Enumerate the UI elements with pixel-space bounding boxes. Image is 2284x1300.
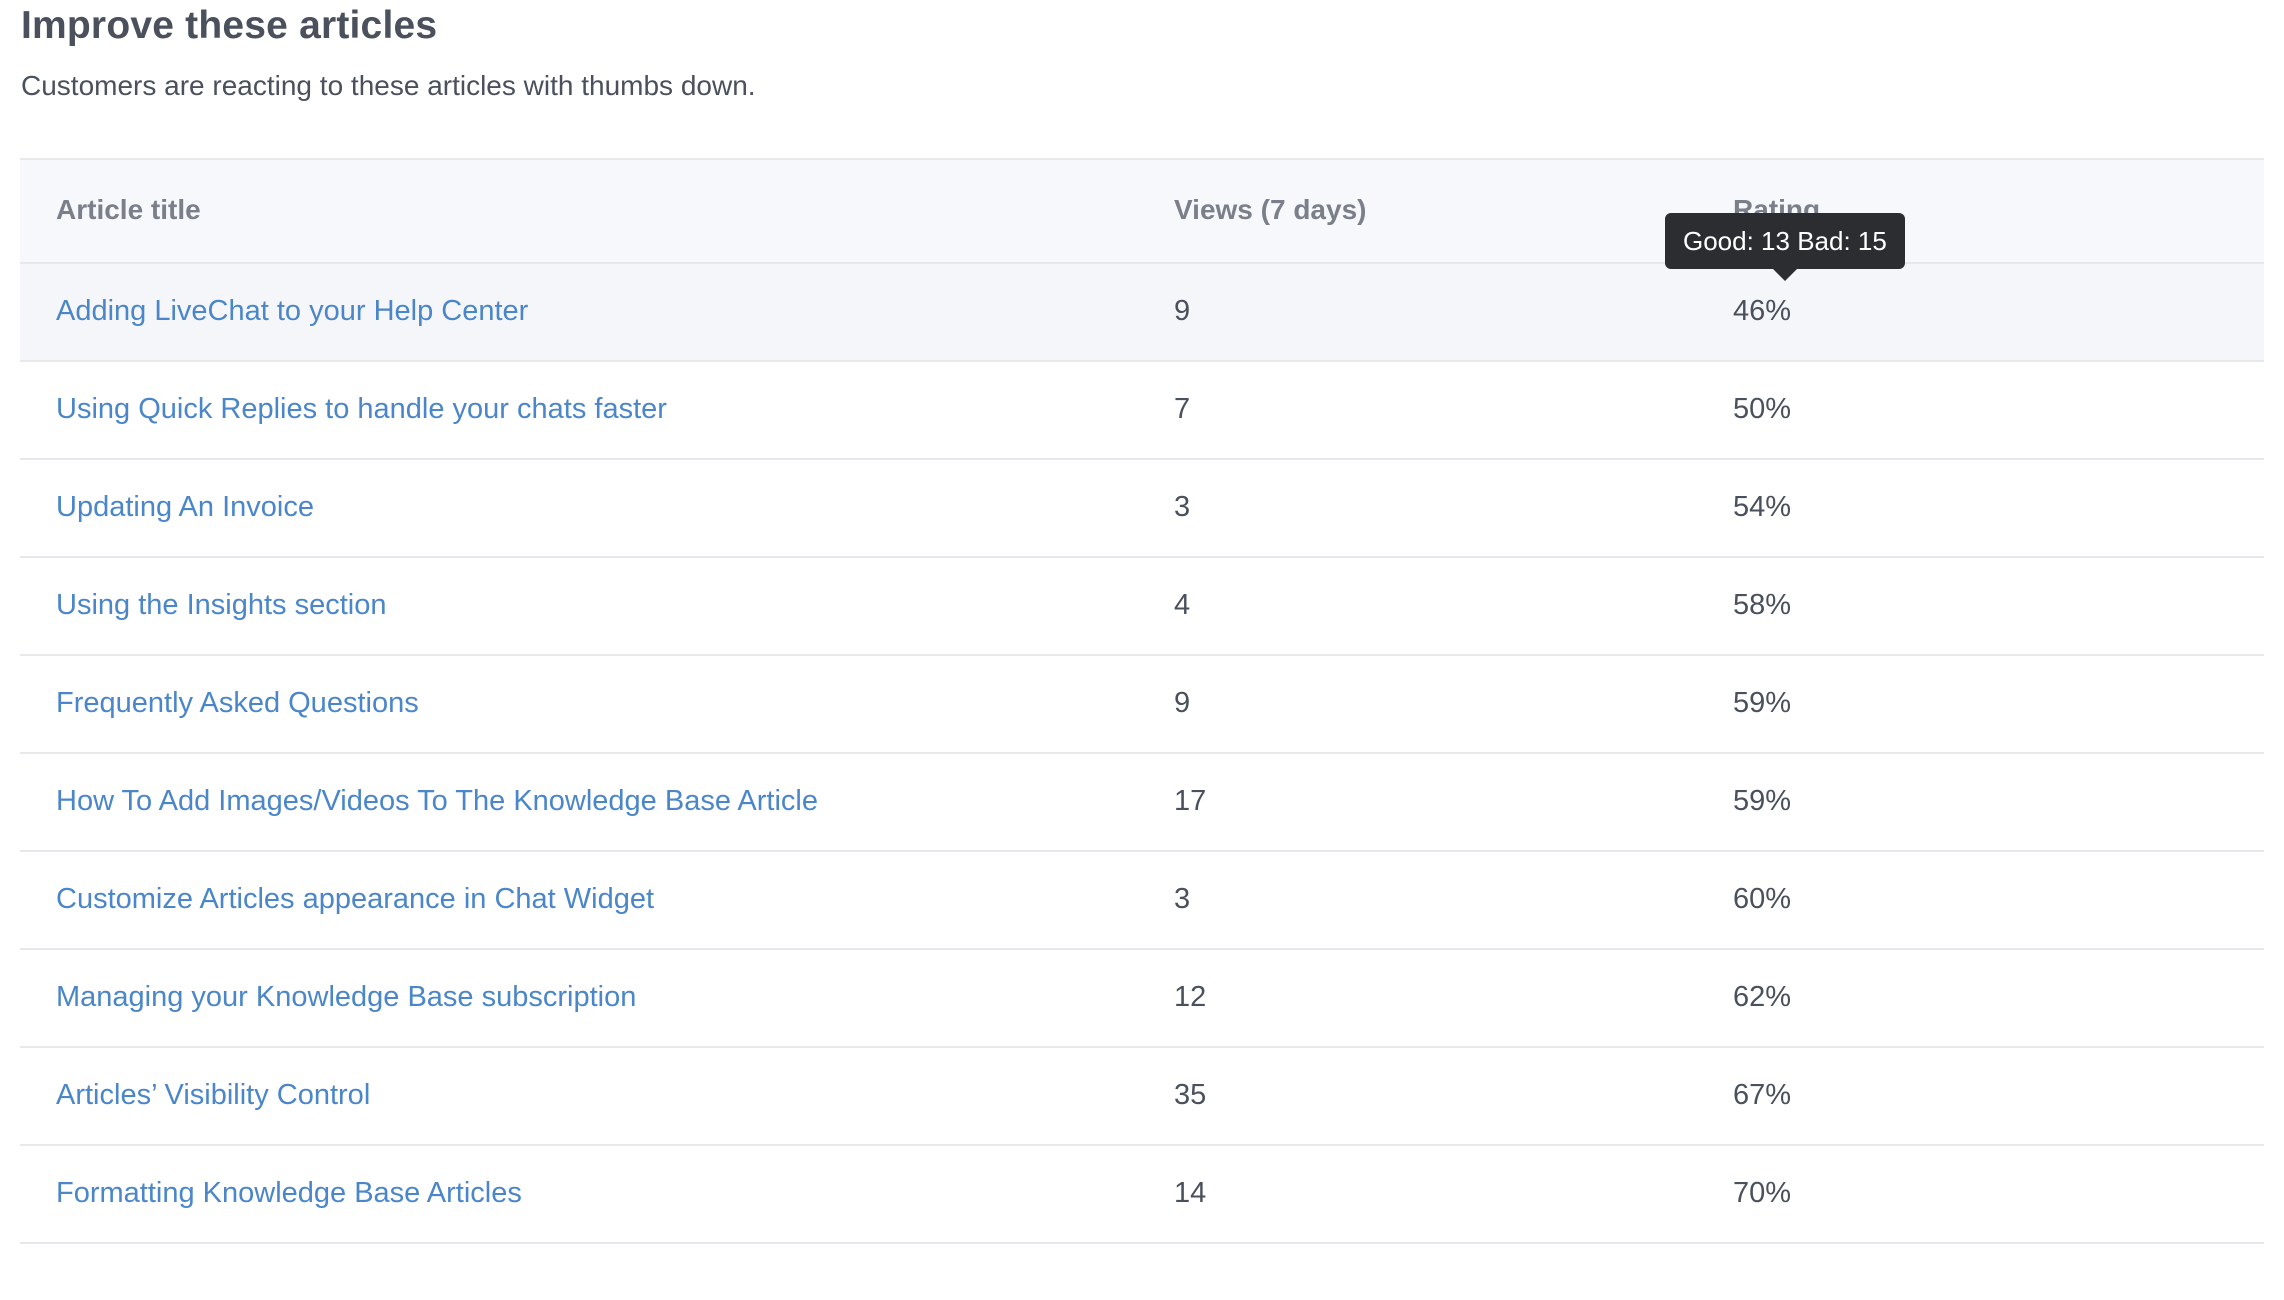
page-title: Improve these articles xyxy=(21,4,438,47)
article-title-link[interactable]: Customize Articles appearance in Chat Wi… xyxy=(56,883,654,916)
article-title-link[interactable]: How To Add Images/Videos To The Knowledg… xyxy=(56,785,818,818)
table-row[interactable]: Updating An Invoice 3 54% xyxy=(20,460,2264,558)
article-title-link[interactable]: Using Quick Replies to handle your chats… xyxy=(56,393,667,426)
article-rating[interactable]: 54% xyxy=(1733,491,1791,524)
table-row[interactable]: Formatting Knowledge Base Articles 14 70… xyxy=(20,1146,2264,1244)
table-row[interactable]: Using the Insights section 4 58% xyxy=(20,558,2264,656)
article-views: 35 xyxy=(1174,1079,1207,1111)
article-rating[interactable]: 67% xyxy=(1733,1079,1791,1112)
article-views: 3 xyxy=(1174,883,1191,915)
rating-tooltip: Good: 13 Bad: 15 xyxy=(1665,213,1905,281)
article-views: 9 xyxy=(1174,687,1191,719)
table-row[interactable]: Managing your Knowledge Base subscriptio… xyxy=(20,950,2264,1048)
table-row[interactable]: Articles’ Visibility Control 35 67% xyxy=(20,1048,2264,1146)
article-title-link[interactable]: Formatting Knowledge Base Articles xyxy=(56,1177,522,1210)
article-rating[interactable]: 59% xyxy=(1733,687,1791,720)
article-views: 7 xyxy=(1174,393,1191,425)
articles-table: Article title Views (7 days) Rating Addi… xyxy=(20,158,2264,1244)
table-row[interactable]: How To Add Images/Videos To The Knowledg… xyxy=(20,754,2264,852)
article-views: 9 xyxy=(1174,295,1191,327)
table-row[interactable]: Customize Articles appearance in Chat Wi… xyxy=(20,852,2264,950)
article-title-link[interactable]: Updating An Invoice xyxy=(56,491,314,524)
article-rating[interactable]: 58% xyxy=(1733,589,1791,622)
article-rating[interactable]: 59% xyxy=(1733,785,1791,818)
article-title-link[interactable]: Frequently Asked Questions xyxy=(56,687,419,720)
article-views: 4 xyxy=(1174,589,1191,621)
article-title-link[interactable]: Using the Insights section xyxy=(56,589,386,622)
article-rating[interactable]: 50% xyxy=(1733,393,1791,426)
article-views: 3 xyxy=(1174,491,1191,523)
article-rating[interactable]: 62% xyxy=(1733,981,1791,1014)
table-row[interactable]: Frequently Asked Questions 9 59% xyxy=(20,656,2264,754)
table-header: Article title Views (7 days) Rating xyxy=(20,160,2264,264)
article-views: 17 xyxy=(1174,785,1207,817)
column-header-views[interactable]: Views (7 days) xyxy=(1174,194,1366,226)
article-rating[interactable]: 46% xyxy=(1733,295,1791,328)
article-rating[interactable]: 70% xyxy=(1733,1177,1791,1210)
article-title-link[interactable]: Adding LiveChat to your Help Center xyxy=(56,295,528,328)
table-row[interactable]: Adding LiveChat to your Help Center 9 46… xyxy=(20,264,2264,362)
article-views: 12 xyxy=(1174,981,1207,1013)
article-title-link[interactable]: Articles’ Visibility Control xyxy=(56,1079,370,1112)
article-views: 14 xyxy=(1174,1177,1207,1209)
column-header-article-title[interactable]: Article title xyxy=(56,194,201,226)
table-row[interactable]: Using Quick Replies to handle your chats… xyxy=(20,362,2264,460)
article-rating[interactable]: 60% xyxy=(1733,883,1791,916)
article-title-link[interactable]: Managing your Knowledge Base subscriptio… xyxy=(56,981,636,1014)
page-subtitle: Customers are reacting to these articles… xyxy=(21,70,756,101)
